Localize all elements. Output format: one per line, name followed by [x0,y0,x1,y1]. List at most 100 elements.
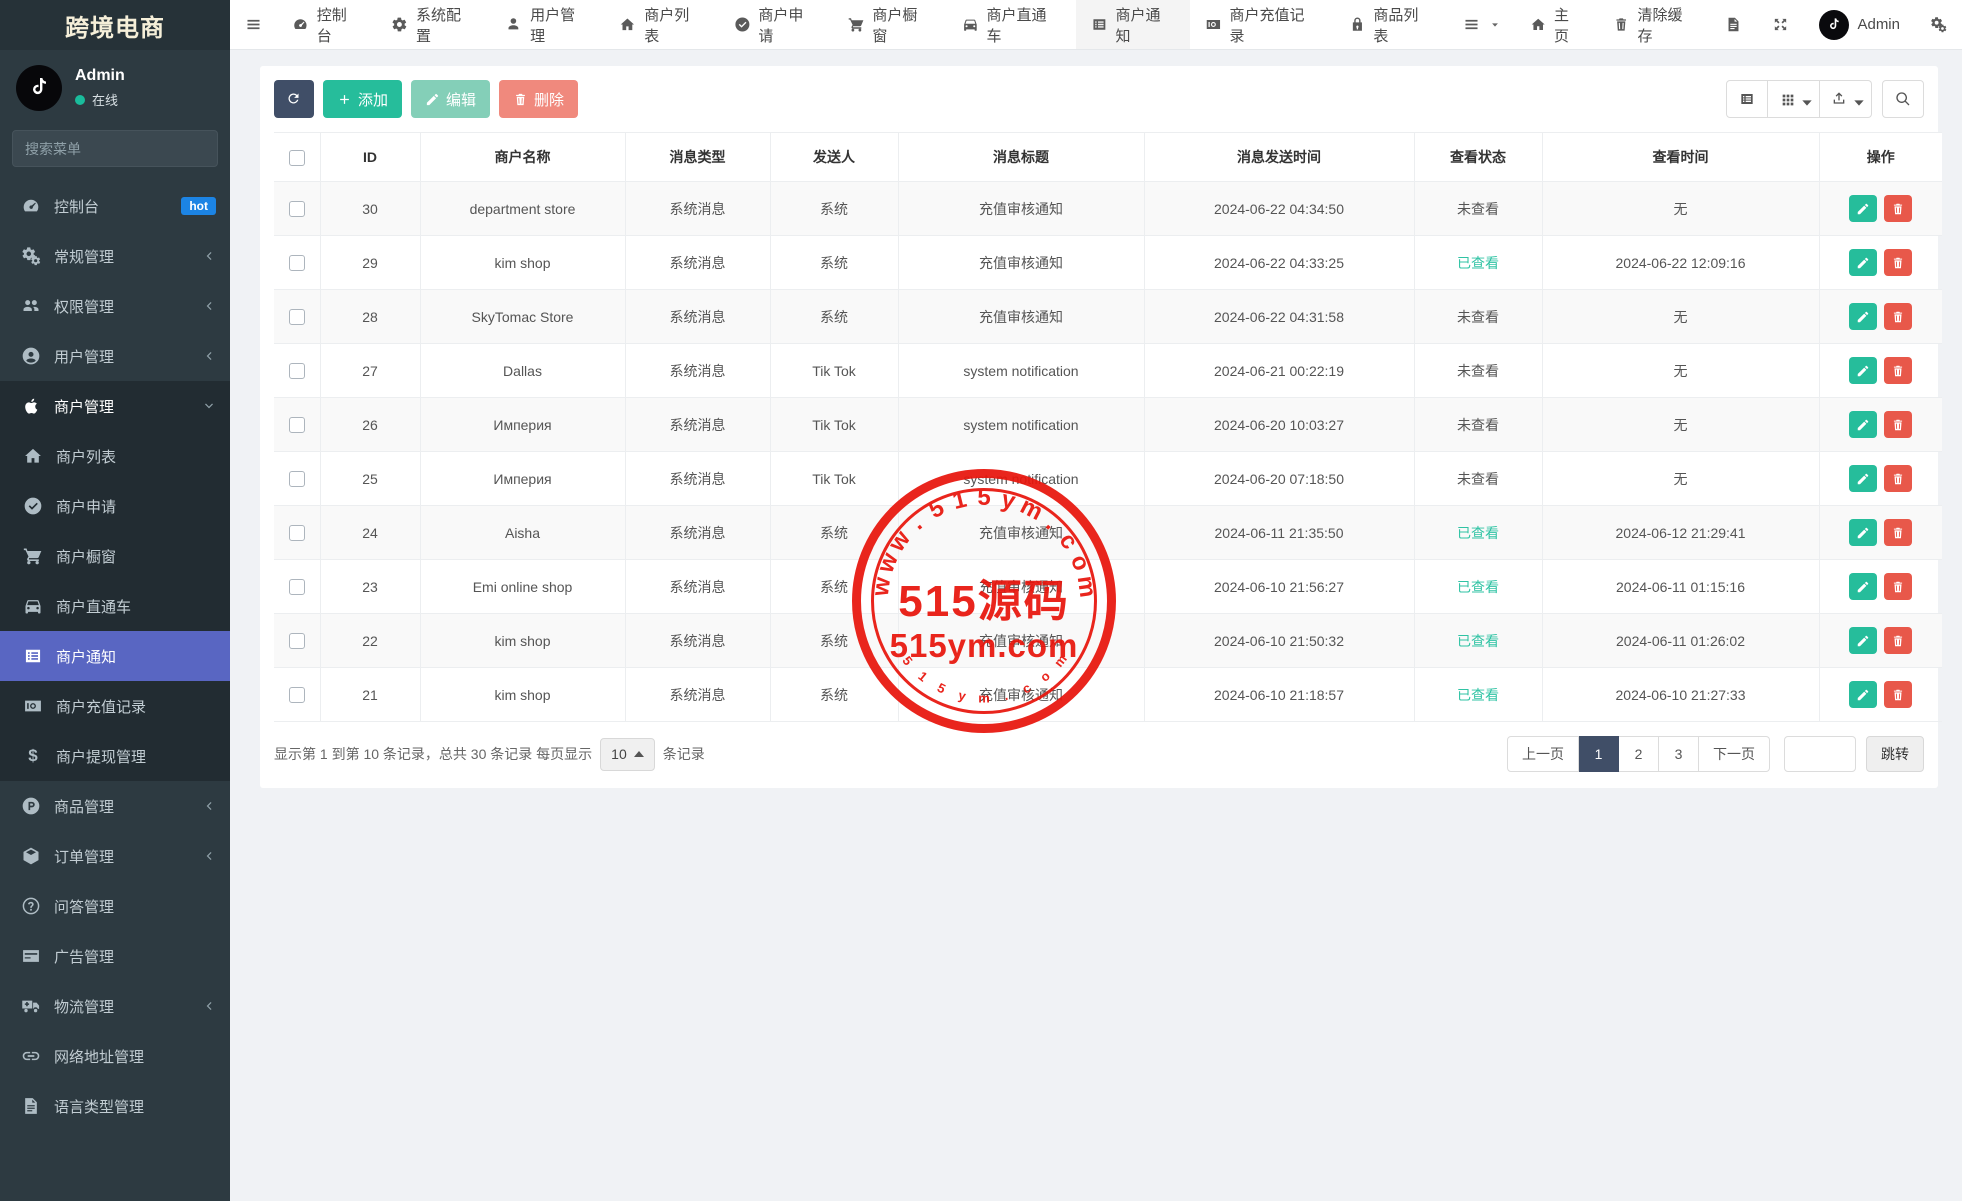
row-delete-button[interactable] [1884,519,1912,546]
row-delete-button[interactable] [1884,627,1912,654]
cell-sent-at: 2024-06-20 10:03:27 [1144,398,1414,452]
nav-clear-cache[interactable]: 清除缓存 [1598,0,1710,49]
page-button-3[interactable]: 3 [1659,736,1699,772]
sidebar-item-merchant-notice[interactable]: 商户通知 [0,631,230,681]
sidebar-item-language-type-mgmt[interactable]: 语言类型管理 [0,1081,230,1131]
sidebar-item-order-mgmt[interactable]: 订单管理 [0,831,230,881]
add-button[interactable]: 添加 [323,80,402,118]
ad-icon [21,946,41,966]
page-jump-button[interactable]: 跳转 [1866,736,1924,772]
cell-title: 充值审核通知 [898,506,1144,560]
sidebar-item-ad-mgmt[interactable]: 广告管理 [0,931,230,981]
row-delete-button[interactable] [1884,357,1912,384]
nav-settings-button[interactable] [1915,0,1962,49]
sidebar-item-user-mgmt[interactable]: 用户管理 [0,331,230,381]
row-checkbox[interactable] [289,579,305,595]
row-checkbox[interactable] [289,687,305,703]
delete-button[interactable]: 删除 [499,80,578,118]
car-icon [23,596,43,616]
row-delete-button[interactable] [1884,681,1912,708]
row-delete-button[interactable] [1884,573,1912,600]
avatar[interactable] [16,65,62,111]
columns-button[interactable] [1768,80,1820,118]
sidebar-item-permission-mgmt[interactable]: 权限管理 [0,281,230,331]
row-checkbox[interactable] [289,471,305,487]
row-delete-button[interactable] [1884,195,1912,222]
sidebar-item-merchant-mgmt[interactable]: 商户管理 [0,381,230,431]
sidebar-item-network-address-mgmt[interactable]: 网络地址管理 [0,1031,230,1081]
topnav-merchant-apply[interactable]: 商户申请 [719,0,833,49]
sidebar-item-general-mgmt[interactable]: 常规管理 [0,231,230,281]
topnav-goods-list[interactable]: 商品列表 [1334,0,1448,49]
row-checkbox[interactable] [289,633,305,649]
topnav-label: 控制台 [317,4,361,46]
row-checkbox[interactable] [289,309,305,325]
row-edit-button[interactable] [1849,411,1877,438]
page-size-select[interactable]: 10 [600,738,655,771]
row-delete-button[interactable] [1884,303,1912,330]
topnav-merchant-recharge-records[interactable]: 商户充值记录 [1190,0,1334,49]
row-edit-button[interactable] [1849,357,1877,384]
topnav-merchant-notice[interactable]: 商户通知 [1076,0,1190,49]
topnav-user-mgmt[interactable]: 用户管理 [490,0,604,49]
page-jump-input[interactable] [1784,736,1856,772]
refresh-button[interactable] [274,80,314,118]
cell-type: 系统消息 [625,506,770,560]
sidebar-item-qa-mgmt[interactable]: 问答管理 [0,881,230,931]
prev-page-button[interactable]: 上一页 [1507,736,1579,772]
nav-profile[interactable]: Admin [1804,0,1915,49]
topnav-system-config[interactable]: 系统配置 [376,0,490,49]
table-row: 22kim shop系统消息系统充值审核通知2024-06-10 21:50:3… [274,614,1942,668]
row-checkbox[interactable] [289,417,305,433]
row-delete-button[interactable] [1884,465,1912,492]
nav-menu-dropdown[interactable] [1448,0,1515,49]
cell-actions [1819,236,1942,290]
row-checkbox[interactable] [289,255,305,271]
nav-home[interactable]: 主页 [1515,0,1598,49]
page-button-1[interactable]: 1 [1579,736,1619,772]
sidebar-toggle-button[interactable] [230,0,277,49]
row-checkbox[interactable] [289,525,305,541]
search-toggle-button[interactable] [1882,80,1924,118]
row-delete-button[interactable] [1884,411,1912,438]
sidebar-item-merchant-recharge-records[interactable]: 商户充值记录 [0,681,230,731]
sidebar-item-merchant-list[interactable]: 商户列表 [0,431,230,481]
cell-merchant: Империя [420,398,625,452]
topnav-console[interactable]: 控制台 [277,0,376,49]
topnav-merchant-showcase[interactable]: 商户橱窗 [833,0,947,49]
row-edit-button[interactable] [1849,681,1877,708]
row-edit-button[interactable] [1849,519,1877,546]
row-edit-button[interactable] [1849,573,1877,600]
topnav-merchant-through-train[interactable]: 商户直通车 [947,0,1076,49]
row-edit-button[interactable] [1849,249,1877,276]
export-button[interactable] [1820,80,1872,118]
row-checkbox[interactable] [289,363,305,379]
sidebar-item-goods-mgmt[interactable]: 商品管理 [0,781,230,831]
page-button-2[interactable]: 2 [1619,736,1659,772]
row-checkbox[interactable] [289,201,305,217]
grid-icon [1780,92,1795,107]
row-edit-button[interactable] [1849,465,1877,492]
sidebar-item-merchant-apply[interactable]: 商户申请 [0,481,230,531]
row-edit-button[interactable] [1849,627,1877,654]
caret-down-icon [1799,95,1808,104]
toggle-view-button[interactable] [1726,80,1768,118]
sidebar-item-dashboard[interactable]: 控制台hot [0,181,230,231]
cell-sender: 系统 [770,506,898,560]
sidebar-item-logistics-mgmt[interactable]: 物流管理 [0,981,230,1031]
sidebar-item-merchant-withdraw-mgmt[interactable]: $商户提现管理 [0,731,230,781]
row-edit-button[interactable] [1849,303,1877,330]
select-all-checkbox[interactable] [289,150,305,166]
sidebar-item-merchant-through-train[interactable]: 商户直通车 [0,581,230,631]
sidebar-item-merchant-showcase[interactable]: 商户橱窗 [0,531,230,581]
next-page-button[interactable]: 下一页 [1699,736,1770,772]
topnav-merchant-list[interactable]: 商户列表 [604,0,718,49]
row-delete-button[interactable] [1884,249,1912,276]
row-edit-button[interactable] [1849,195,1877,222]
nav-fullscreen-button[interactable] [1757,0,1804,49]
cell-title: 充值审核通知 [898,668,1144,722]
search-input[interactable] [12,130,218,167]
nav-language-button[interactable] [1710,0,1757,49]
edit-button[interactable]: 编辑 [411,80,490,118]
cell-type: 系统消息 [625,398,770,452]
